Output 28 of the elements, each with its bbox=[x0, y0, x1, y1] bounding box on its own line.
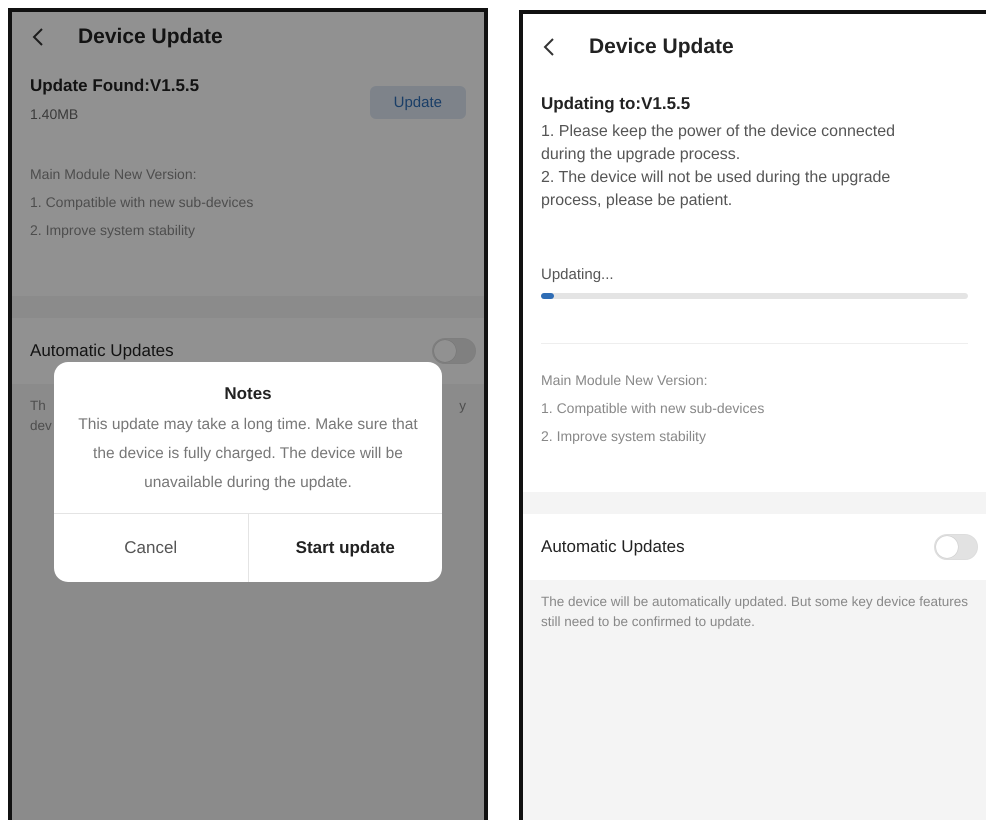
update-heading: Update Found:V1.5.5 bbox=[30, 76, 200, 96]
screen-title: Device Update bbox=[78, 25, 223, 49]
instruction-text: 2. The device will not be used during the upgrade process, please be patient. bbox=[541, 168, 892, 211]
screen-title: Device Update bbox=[589, 35, 734, 59]
update-heading: Updating to:V1.5.5 bbox=[541, 94, 690, 114]
setting-label: Automatic Updates bbox=[541, 537, 685, 557]
dialog-message: This update may take a long time. Make sure that the device is fully charged. The device will be unavailable during the update. bbox=[77, 415, 419, 493]
dialog-button[interactable]: Cancel bbox=[54, 514, 248, 582]
dialog-button[interactable]: Start update bbox=[248, 514, 442, 582]
toggle-switch[interactable] bbox=[432, 338, 476, 364]
back-icon[interactable] bbox=[32, 27, 44, 47]
setting-hint: y bbox=[459, 397, 466, 415]
progress-label: Updating... bbox=[541, 266, 615, 283]
instruction-text: 1. Please keep the power of the device connected during the upgrade process. bbox=[541, 122, 896, 165]
release-note: 1. Compatible with new sub-devices bbox=[30, 194, 254, 210]
toggle-switch[interactable] bbox=[934, 534, 978, 560]
file-size: 1.40MB bbox=[30, 106, 80, 122]
release-notes-heading: Main Module New Version: bbox=[541, 372, 709, 388]
release-note: 2. Improve system stability bbox=[541, 428, 707, 444]
dialog-title: Notes bbox=[223, 384, 273, 404]
setting-label: Automatic Updates bbox=[30, 341, 174, 361]
release-note: 2. Improve system stability bbox=[30, 222, 196, 238]
release-notes-heading: Main Module New Version: bbox=[30, 166, 198, 182]
release-note: 1. Compatible with new sub-devices bbox=[541, 400, 766, 416]
setting-hint: Th bbox=[30, 397, 47, 415]
setting-hint: dev bbox=[30, 417, 52, 435]
setting-hint: The device will be automatically updated. But some key device features still need to be confirmed to update. bbox=[540, 593, 969, 631]
back-icon[interactable] bbox=[543, 37, 555, 57]
